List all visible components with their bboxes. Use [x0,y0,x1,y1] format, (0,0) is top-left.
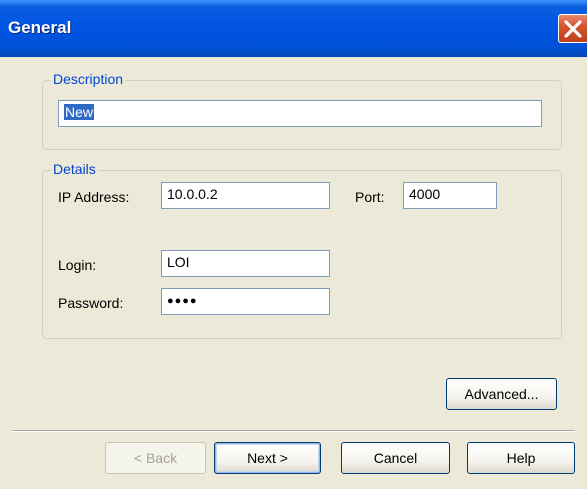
details-group-label: Details [51,161,98,177]
close-icon [564,20,582,38]
advanced-button[interactable]: Advanced... [446,378,557,410]
dialog-window: General Description New Details IP Addre… [0,0,587,489]
title-bar[interactable]: General [0,0,587,57]
port-label: Port: [355,189,385,205]
ip-address-label: IP Address: [58,189,130,205]
dialog-body: Description New Details IP Address: 10.0… [0,57,587,489]
ip-address-field[interactable]: 10.0.0.2 [161,182,330,209]
description-field[interactable]: New [58,100,542,127]
button-separator [12,430,575,432]
window-title: General [8,18,72,37]
help-button[interactable]: Help [467,442,575,474]
port-field[interactable]: 4000 [403,182,497,209]
description-value: New [64,104,95,120]
password-field[interactable]: ●●●● [161,288,330,315]
back-button[interactable]: < Back [105,442,206,474]
login-label: Login: [58,257,97,273]
password-label: Password: [58,295,124,311]
cancel-button[interactable]: Cancel [341,442,450,474]
description-group-label: Description [51,71,126,87]
login-field[interactable]: LOI [161,250,330,277]
next-button[interactable]: Next > [214,442,321,474]
close-button[interactable] [558,14,587,43]
